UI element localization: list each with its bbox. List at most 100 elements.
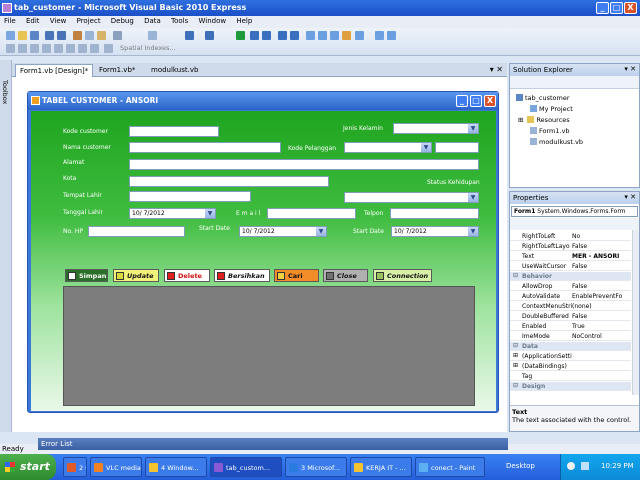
tab-form1-code[interactable]: Form1.vb* — [95, 64, 139, 77]
telpon-input[interactable] — [390, 208, 479, 219]
property-category[interactable]: ⊟ Design — [510, 382, 631, 391]
form-maximize-button[interactable]: □ — [470, 95, 482, 107]
property-row[interactable]: Tag — [510, 372, 631, 381]
cari-button[interactable]: Cari — [274, 269, 319, 282]
spatial-indexes-button[interactable]: Spatial Indexes... — [120, 44, 176, 52]
taskbar-item[interactable]: 2 G... — [63, 457, 87, 477]
find-icon[interactable] — [113, 31, 122, 40]
menu-project[interactable]: Project — [73, 16, 105, 25]
menu-debug[interactable]: Debug — [107, 16, 138, 25]
taskbar-item[interactable]: 3 Microsof... — [285, 457, 347, 477]
property-row[interactable]: ImeMode NoControl — [510, 332, 631, 341]
maximize-button[interactable]: □ — [610, 2, 623, 14]
property-row[interactable]: ⊞ (ApplicationSetti — [510, 352, 631, 361]
no-hp-input[interactable] — [88, 226, 185, 237]
toolbar-icon-e[interactable] — [54, 44, 63, 53]
data-grid[interactable] — [63, 286, 475, 406]
kode-customer-input[interactable] — [129, 126, 219, 137]
expand-icon[interactable]: ⊞ — [513, 352, 518, 359]
redo-icon[interactable] — [205, 31, 214, 40]
taskbar-item[interactable]: VLC media ... — [90, 457, 142, 477]
property-value[interactable]: NoControl — [572, 333, 632, 340]
taskbar-item[interactable]: KERJA IT - ... — [350, 457, 412, 477]
start-date-2-datepicker[interactable]: 10/ 7/2012 ▼ — [391, 226, 479, 237]
taskbar-item[interactable]: conect - Paint — [415, 457, 485, 477]
property-value[interactable]: False — [572, 283, 632, 290]
form-designer-window[interactable]: TABEL CUSTOMER - ANSORI _ □ X Kode custo… — [27, 91, 499, 413]
property-value[interactable]: (none) — [572, 303, 632, 310]
cut-icon[interactable] — [73, 31, 82, 40]
toolbox-strip[interactable]: Toolbox — [0, 60, 12, 432]
bersihkan-button[interactable]: Bersihkan — [214, 269, 270, 282]
taskbar-item[interactable]: tab_custom... — [210, 457, 282, 477]
start-button[interactable]: start — [0, 454, 56, 480]
close-document-icon[interactable]: ▾ ✕ — [490, 65, 503, 74]
comment-icon[interactable] — [148, 31, 157, 40]
chevron-down-icon[interactable]: ▼ — [468, 227, 478, 236]
pause-icon[interactable] — [250, 31, 259, 40]
property-row[interactable]: RightToLeft No — [510, 232, 631, 241]
menu-help[interactable]: Help — [232, 16, 256, 25]
property-row[interactable]: RightToLeftLayo False — [510, 242, 631, 251]
chevron-down-icon[interactable]: ▼ — [316, 227, 326, 236]
menu-tools[interactable]: Tools — [167, 16, 192, 25]
collapse-icon[interactable]: ⊟ — [513, 382, 518, 389]
pane-pin-icon[interactable]: ▾ ✕ — [624, 65, 636, 73]
volume-icon[interactable] — [567, 462, 575, 470]
object-selector[interactable]: Form1 System.Windows.Forms.Form — [511, 206, 638, 217]
menu-data[interactable]: Data — [140, 16, 165, 25]
tree-item-project[interactable]: tab_customer — [516, 94, 570, 102]
toolbox-icon[interactable] — [342, 31, 351, 40]
property-row[interactable]: ⊞ (DataBindings) — [510, 362, 631, 371]
property-category[interactable]: ⊟ Data — [510, 342, 631, 351]
jenis-kelamin-dropdown[interactable]: ▼ — [393, 123, 479, 134]
layout-icon[interactable] — [387, 31, 396, 40]
collapse-icon[interactable]: ⊟ — [513, 342, 518, 349]
menu-edit[interactable]: Edit — [22, 16, 44, 25]
start-debugging-icon[interactable] — [236, 31, 245, 40]
connection-button[interactable]: Connection — [373, 269, 432, 282]
simpan-button[interactable]: Simpan — [65, 269, 108, 282]
property-row[interactable]: DoubleBuffered False — [510, 312, 631, 321]
tab-form1-design[interactable]: Form1.vb [Design]* — [15, 64, 94, 77]
alamat-input[interactable] — [129, 159, 479, 170]
menu-file[interactable]: File — [0, 16, 20, 25]
pane-pin-icon[interactable]: ▾ ✕ — [624, 193, 636, 201]
extension-icon[interactable] — [355, 31, 364, 40]
delete-button[interactable]: Delete — [164, 269, 210, 282]
property-value[interactable]: False — [572, 313, 632, 320]
property-value[interactable]: True — [572, 323, 632, 330]
collapse-icon[interactable]: ⊟ — [513, 272, 518, 279]
toolbar-icon-i[interactable] — [104, 44, 113, 53]
minimize-button[interactable]: _ — [596, 2, 609, 14]
property-row[interactable]: ContextMenuStri (none) — [510, 302, 631, 311]
desktop-toolbar[interactable]: Desktop — [506, 462, 535, 470]
tree-item-form1[interactable]: Form1.vb — [530, 127, 570, 135]
nama-customer-input[interactable] — [129, 142, 281, 153]
close-button[interactable]: X — [624, 2, 637, 14]
start-date-1-datepicker[interactable]: 10/ 7/2012 ▼ — [239, 226, 327, 237]
stop-icon[interactable] — [262, 31, 271, 40]
toolbox-label[interactable]: Toolbox — [1, 80, 9, 104]
toolbar-icon-b[interactable] — [18, 44, 27, 53]
toolbar-icon-c[interactable] — [30, 44, 39, 53]
toolbar-icon-h[interactable] — [90, 44, 99, 53]
tree-item-resources[interactable]: ⊞ Resources — [518, 116, 570, 124]
property-row[interactable]: UseWaitCursor False — [510, 262, 631, 271]
property-value[interactable]: MER - ANSORI — [572, 253, 632, 260]
add-item-icon[interactable] — [30, 31, 39, 40]
new-project-icon[interactable] — [6, 31, 15, 40]
close-form-button[interactable]: Close — [323, 269, 368, 282]
toolbar-icon-d[interactable] — [42, 44, 51, 53]
form-close-button[interactable]: X — [484, 95, 496, 107]
property-value[interactable]: False — [572, 243, 632, 250]
tempat-lahir-input[interactable] — [129, 191, 251, 202]
solution-explorer-icon[interactable] — [306, 31, 315, 40]
kode-pelanggan-input[interactable] — [435, 142, 479, 153]
toolbar-icon-a[interactable] — [6, 44, 15, 53]
copy-icon[interactable] — [85, 31, 94, 40]
property-value[interactable]: No — [572, 233, 632, 240]
save-all-icon[interactable] — [57, 31, 66, 40]
chevron-down-icon[interactable]: ▼ — [205, 209, 215, 218]
error-list-tab[interactable]: Error List — [38, 438, 508, 450]
